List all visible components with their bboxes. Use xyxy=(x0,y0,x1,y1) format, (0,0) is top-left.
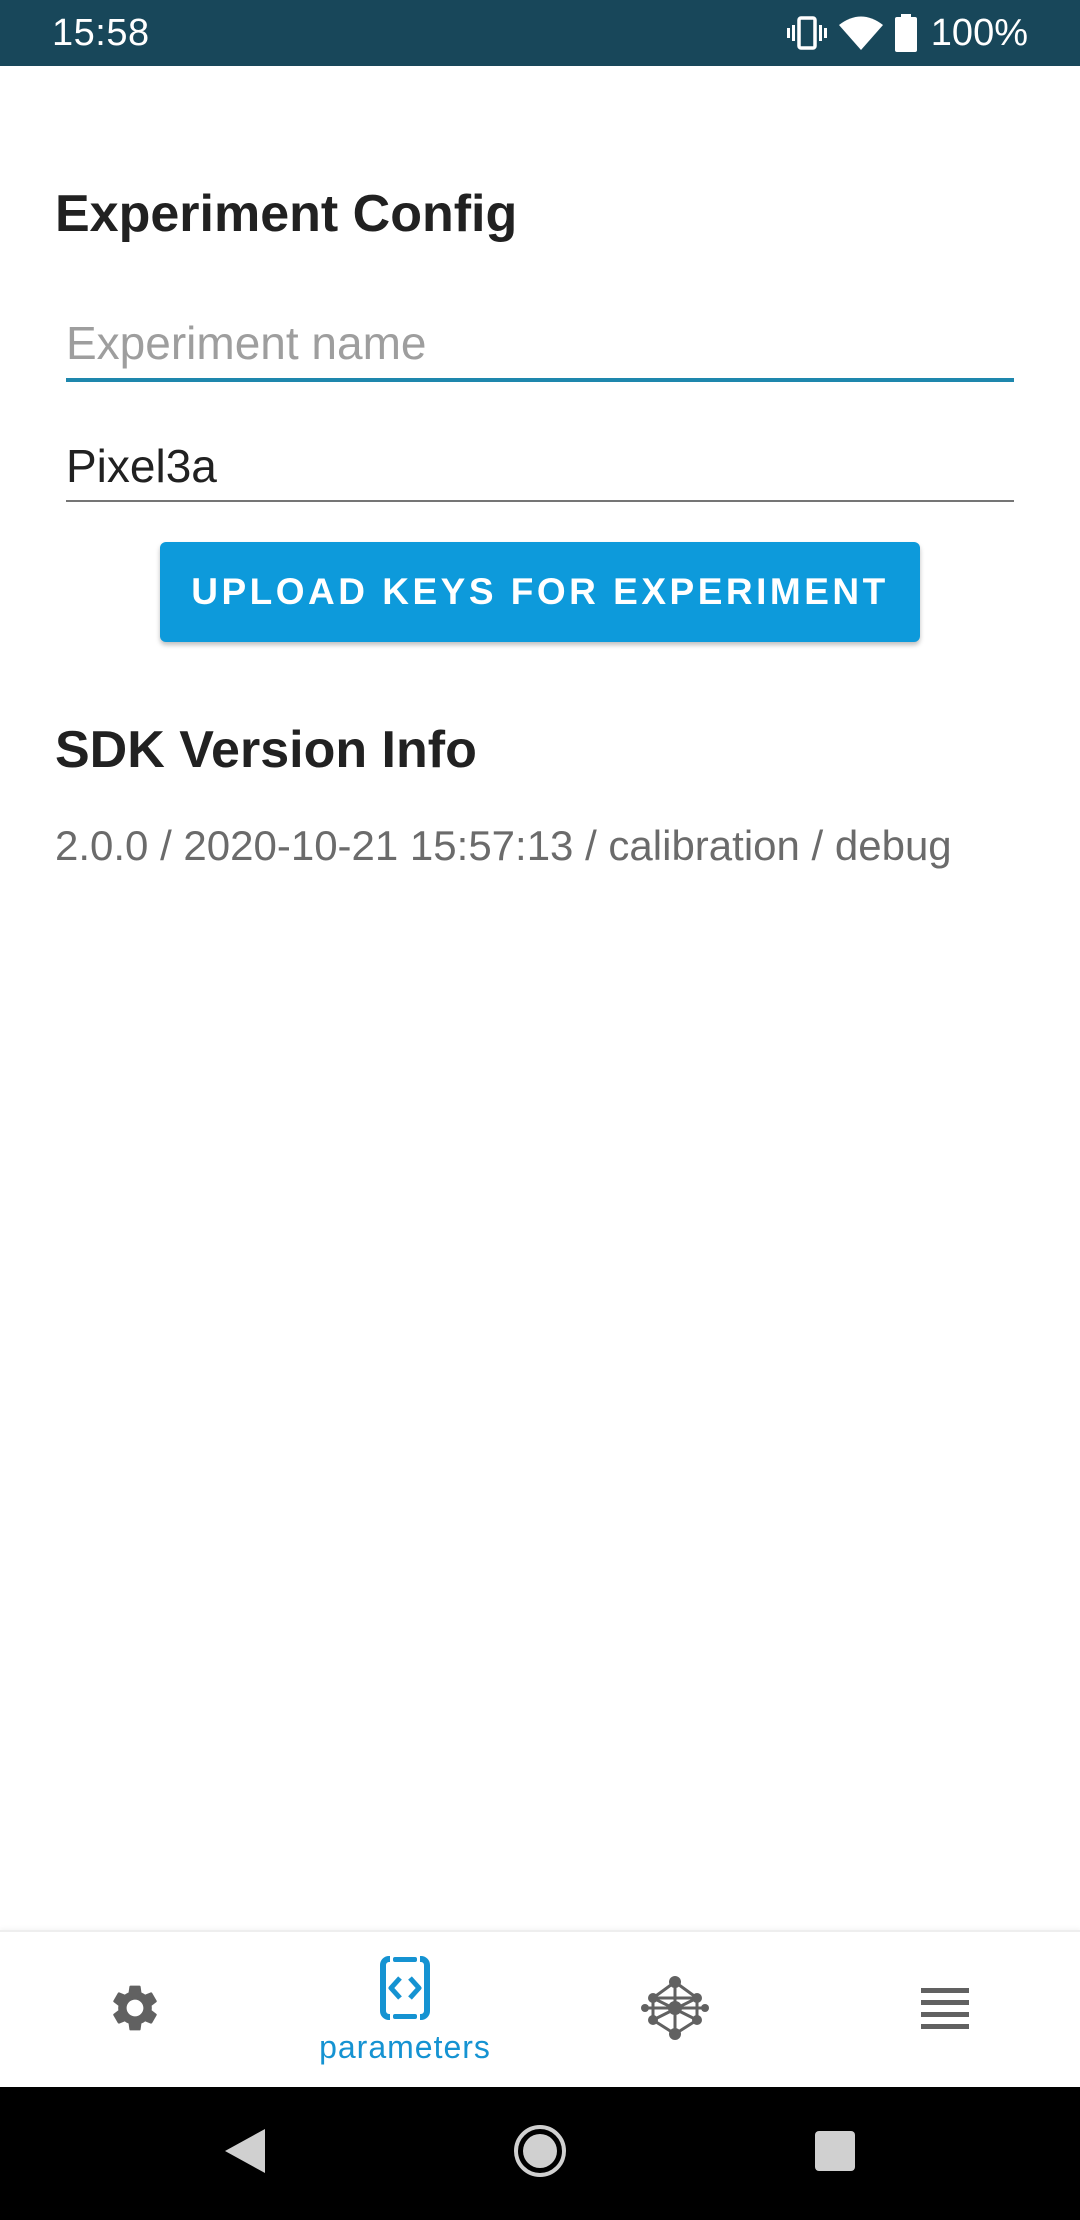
nav-item-settings[interactable] xyxy=(0,1932,270,2089)
experiment-name-underline xyxy=(66,378,1014,382)
status-icons: 100% xyxy=(786,0,1028,66)
back-button[interactable] xyxy=(200,2087,290,2220)
battery-icon xyxy=(894,14,917,52)
sdk-version-text: 2.0.0 / 2020-10-21 15:57:13 / calibratio… xyxy=(55,822,952,869)
experiment-name-input[interactable] xyxy=(66,312,1014,374)
home-icon xyxy=(513,2124,567,2183)
vibrate-icon xyxy=(786,15,827,51)
app-screen: 15:58 100% Experiment Config Experiment … xyxy=(0,0,1080,2220)
parameters-icon xyxy=(380,1953,430,2025)
status-time: 15:58 xyxy=(52,12,150,54)
wifi-icon xyxy=(838,16,883,50)
back-icon xyxy=(223,2127,267,2180)
home-button[interactable] xyxy=(495,2087,585,2220)
gear-icon xyxy=(107,1980,163,2041)
status-bar: 15:58 100% xyxy=(0,0,1080,66)
upload-keys-button[interactable]: UPLOAD KEYS FOR EXPERIMENT xyxy=(160,542,920,642)
nav-item-parameters[interactable]: parameters xyxy=(270,1932,540,2089)
sdk-version-title: SDK Version Info xyxy=(55,721,477,779)
nav-label-parameters: parameters xyxy=(319,2028,491,2065)
nav-item-list[interactable] xyxy=(810,1932,1080,2089)
list-icon xyxy=(921,1987,969,2034)
network-icon xyxy=(641,1974,709,2047)
experiment-config-title: Experiment Config xyxy=(55,185,518,243)
bottom-navigation: parameters xyxy=(0,1930,1080,2087)
battery-percentage: 100% xyxy=(930,12,1028,54)
recents-button[interactable] xyxy=(790,2087,880,2220)
system-navigation-bar xyxy=(0,2087,1080,2220)
device-name-input[interactable] xyxy=(66,435,1014,497)
recents-icon xyxy=(814,2130,856,2177)
device-name-underline xyxy=(66,500,1014,502)
nav-item-network[interactable] xyxy=(540,1932,810,2089)
